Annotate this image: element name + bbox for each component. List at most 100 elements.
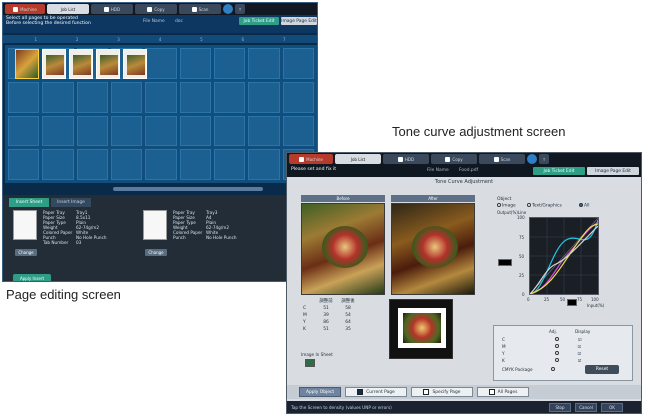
- page-slot[interactable]: [76, 81, 108, 113]
- tab-job-list[interactable]: Job List: [335, 154, 381, 164]
- radio-icon: [554, 358, 559, 362]
- page-thumbnail[interactable]: [69, 49, 93, 79]
- page-slot[interactable]: [214, 48, 246, 79]
- apply-object-button[interactable]: Apply Object: [299, 387, 341, 397]
- page-slot[interactable]: [179, 149, 211, 180]
- page-slot[interactable]: [76, 115, 108, 147]
- food-image: [403, 313, 441, 343]
- help-icon[interactable]: [223, 4, 233, 14]
- page-thumbnail[interactable]: [123, 49, 147, 79]
- tab-insert-image[interactable]: Insert Image: [51, 198, 91, 207]
- channel-row-y[interactable]: Y ☑: [502, 351, 581, 356]
- page-slot[interactable]: [179, 48, 211, 79]
- tab-hdd[interactable]: HDD: [91, 4, 133, 14]
- page-slot[interactable]: [42, 149, 74, 180]
- tab-copy[interactable]: Copy: [135, 4, 177, 14]
- page-slot[interactable]: [179, 81, 211, 113]
- page-edit-tab-bar: Machine Job List HDD Copy Scan ↑: [3, 3, 317, 15]
- cmyk-package-row[interactable]: CMYK Package: [502, 367, 556, 372]
- page-thumbnails: [15, 49, 147, 79]
- paper-info-row: Punch No Hole Punch: [173, 235, 237, 240]
- input-swatch[interactable]: [567, 299, 577, 306]
- page-slot[interactable]: [248, 149, 280, 180]
- tab-job-list[interactable]: Job List: [47, 4, 89, 14]
- tab-copy[interactable]: Copy: [431, 154, 477, 164]
- tab-hdd[interactable]: HDD: [383, 154, 429, 164]
- cmyk-row: K 51 35: [303, 327, 351, 332]
- ruler-mark: 4: [158, 36, 162, 42]
- page-slot[interactable]: [248, 81, 280, 113]
- tone-curve-graph[interactable]: [529, 217, 599, 295]
- channel-row-k[interactable]: K ☑: [502, 358, 582, 363]
- page-slot[interactable]: [42, 81, 74, 113]
- horizontal-scrollbar[interactable]: [113, 187, 263, 191]
- page-slot[interactable]: [8, 81, 40, 113]
- tab-machine[interactable]: Machine: [5, 4, 45, 14]
- up-arrow-icon[interactable]: ↑: [235, 4, 245, 14]
- checkbox-icon: [488, 389, 495, 395]
- change-button[interactable]: Change: [15, 249, 37, 256]
- apply-insert-button[interactable]: Apply Insert: [13, 274, 51, 281]
- ruler-mark: 7: [282, 36, 286, 42]
- page-slot[interactable]: [248, 48, 280, 79]
- page-slot[interactable]: [214, 115, 246, 147]
- cmyk-header: 調整前 調整後: [319, 299, 355, 304]
- page-slot[interactable]: [282, 115, 314, 147]
- object-option-text-graphics[interactable]: Text/Graphics: [527, 203, 562, 209]
- up-arrow-icon[interactable]: ↑: [539, 154, 549, 164]
- page-slot[interactable]: [145, 115, 177, 147]
- page-slot[interactable]: [214, 149, 246, 180]
- page-preview[interactable]: [389, 299, 453, 359]
- page-slot[interactable]: [8, 149, 40, 180]
- radio-icon: [527, 203, 531, 207]
- tab-insert-sheet[interactable]: Insert Sheet: [9, 198, 49, 207]
- specify-page-option[interactable]: Specify Page: [411, 387, 473, 397]
- change-button[interactable]: Change: [145, 249, 167, 256]
- tab-machine[interactable]: Machine: [289, 154, 333, 164]
- job-ticket-edit-button[interactable]: Job Ticket Edit: [239, 17, 279, 25]
- page-slot[interactable]: [145, 149, 177, 180]
- all-pages-option[interactable]: All Pages: [477, 387, 529, 397]
- tab-scan[interactable]: Scan: [179, 4, 221, 14]
- object-option-image[interactable]: Image: [497, 203, 516, 209]
- cmyk-row: Y 86 64: [303, 320, 351, 325]
- reset-button[interactable]: Reset: [585, 365, 619, 374]
- image-page-edit-button[interactable]: Image Page Edit: [587, 167, 639, 175]
- paper-info-row: Tab Number 03: [43, 240, 82, 245]
- cancel-button[interactable]: Cancel: [575, 403, 597, 412]
- job-ticket-edit-button[interactable]: Job Ticket Edit: [533, 167, 585, 175]
- page-slot[interactable]: [76, 149, 108, 180]
- page-slot[interactable]: [145, 48, 177, 79]
- image-page-edit-button[interactable]: Image Page Edit: [281, 17, 317, 25]
- status-message: Tap the Screen to density (values UNP or…: [291, 405, 392, 410]
- page-slot[interactable]: [282, 81, 314, 113]
- help-icon[interactable]: [527, 154, 537, 164]
- channel-row-m[interactable]: M ☑: [502, 344, 581, 349]
- output-swatch[interactable]: [498, 259, 512, 266]
- x-tick: 75: [577, 297, 583, 302]
- page-slot[interactable]: [145, 81, 177, 113]
- page-slot[interactable]: [8, 115, 40, 147]
- image-in-sheet-icon[interactable]: [305, 359, 315, 367]
- check-icon: ☑: [577, 358, 582, 363]
- page-slot[interactable]: [179, 115, 211, 147]
- current-page-option[interactable]: Current Page: [345, 387, 407, 397]
- page-slot[interactable]: [282, 48, 314, 79]
- page-slot[interactable]: [111, 115, 143, 147]
- page-image: [46, 55, 64, 75]
- tab-scan[interactable]: Scan: [479, 154, 525, 164]
- page-thumbnail[interactable]: [42, 49, 66, 79]
- channel-row-c[interactable]: C ☑: [502, 337, 582, 342]
- object-option-all[interactable]: All: [579, 203, 589, 209]
- page-thumbnail[interactable]: [96, 49, 120, 79]
- ok-button[interactable]: OK: [601, 403, 623, 412]
- page-slot[interactable]: [248, 115, 280, 147]
- page-slot[interactable]: [214, 81, 246, 113]
- page-slot[interactable]: [111, 81, 143, 113]
- page-slot[interactable]: [111, 149, 143, 180]
- stop-button[interactable]: Stop: [549, 403, 571, 412]
- tone-tab-bar: Machine Job List HDD Copy Scan ↑: [287, 153, 641, 165]
- radio-selected-icon: [579, 203, 583, 207]
- page-slot[interactable]: [42, 115, 74, 147]
- page-thumbnail-selected[interactable]: [15, 49, 39, 79]
